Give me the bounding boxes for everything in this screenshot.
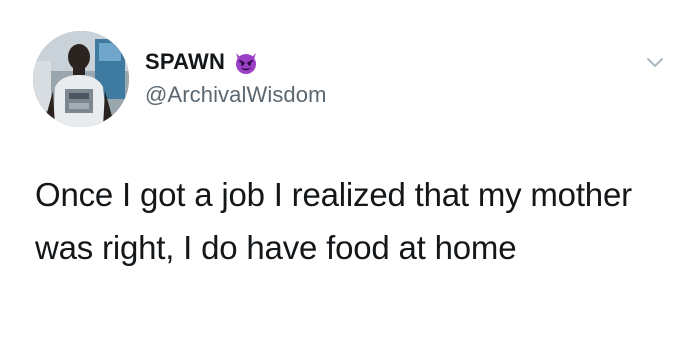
display-name[interactable]: SPAWN: [145, 49, 225, 75]
chevron-down-icon[interactable]: [646, 56, 664, 70]
profile-photo-icon: [33, 31, 129, 127]
tweet-text: Once I got a job I realized that my moth…: [35, 176, 632, 266]
tweet-card: SPAWN @ArchivalWisdom Once I got a job I…: [0, 0, 700, 362]
author-name-row[interactable]: SPAWN: [145, 47, 259, 77]
author-handle[interactable]: @ArchivalWisdom: [145, 82, 327, 108]
avatar[interactable]: [33, 31, 129, 127]
smiling-devil-icon: [233, 49, 259, 75]
